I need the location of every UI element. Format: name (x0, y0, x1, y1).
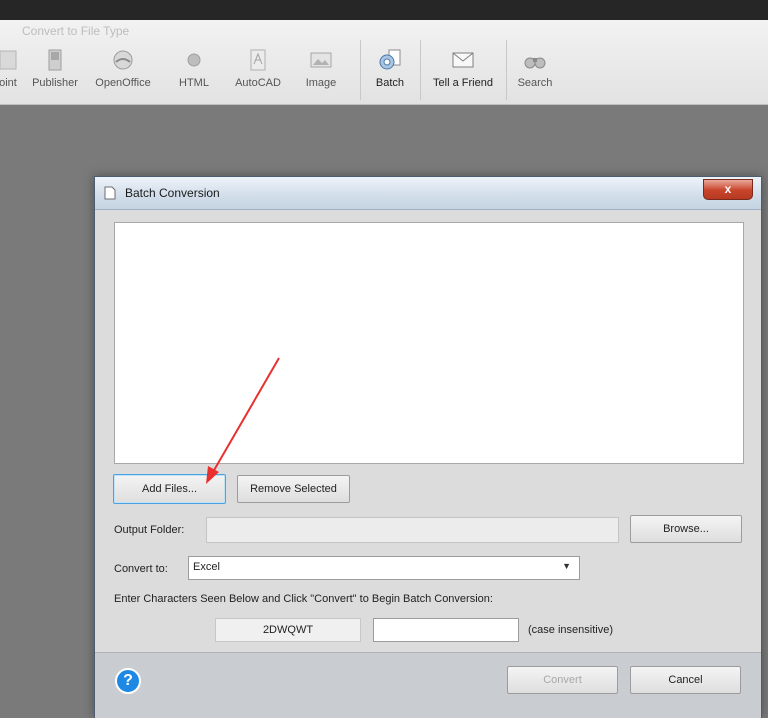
close-icon: x (724, 182, 732, 196)
publisher-icon (48, 49, 62, 71)
convert-button[interactable]: Convert (507, 666, 618, 694)
ribbon-group-label: Convert to File Type (22, 24, 130, 38)
close-button[interactable]: x (703, 179, 753, 200)
ribbon-button-label: Tell a Friend (433, 77, 493, 89)
ribbon-separator (420, 40, 421, 100)
binoculars-icon (524, 57, 546, 69)
captcha-input[interactable] (373, 618, 519, 642)
output-folder-label: Output Folder: (114, 524, 185, 536)
browse-button[interactable]: Browse... (630, 515, 742, 543)
ribbon-button-label: Publisher (32, 77, 78, 89)
ribbon-button-powerpoint[interactable]: oint (0, 44, 22, 100)
ribbon-button-label: HTML (179, 77, 209, 89)
ribbon-button-label: OpenOffice (95, 77, 151, 89)
dialog-title-bar[interactable]: Batch Conversion x (95, 177, 761, 210)
ribbon-button-image[interactable]: Image (298, 44, 344, 100)
cancel-button[interactable]: Cancel (630, 666, 741, 694)
convert-to-value: Excel (193, 561, 220, 573)
help-icon: ? (123, 672, 133, 689)
dropdown-arrow-icon: ▼ (562, 561, 571, 571)
ribbon-button-label: Batch (375, 77, 405, 89)
add-files-button[interactable]: Add Files... (113, 474, 226, 504)
html-icon (187, 53, 201, 67)
app-top-bar (0, 0, 768, 20)
ribbon-button-batch[interactable]: Batch (366, 44, 414, 100)
ribbon-separator (360, 40, 361, 100)
ribbon-button-openoffice[interactable]: OpenOffice (88, 44, 158, 100)
envelope-icon (452, 52, 474, 68)
batch-conversion-dialog: Batch Conversion x Add Files... Remove S… (94, 176, 762, 718)
ribbon-button-autocad[interactable]: AutoCAD (228, 44, 288, 100)
dialog-title: Batch Conversion (125, 186, 220, 200)
convert-to-label: Convert to: (114, 563, 168, 575)
help-button[interactable]: ? (115, 668, 141, 694)
batch-gear-icon (379, 49, 401, 70)
openoffice-icon (113, 50, 133, 70)
ribbon-button-label: AutoCAD (235, 77, 281, 89)
ribbon-button-html[interactable]: HTML (172, 44, 216, 100)
powerpoint-icon (0, 50, 17, 70)
ribbon-button-search[interactable]: Search (512, 44, 558, 100)
captcha-code: 2DWQWT (215, 618, 361, 642)
document-icon (104, 186, 116, 200)
ribbon-button-label: oint (0, 77, 17, 89)
case-insensitive-note: (case insensitive) (528, 624, 613, 636)
remove-selected-button[interactable]: Remove Selected (237, 475, 350, 503)
dialog-footer: ? Convert Cancel (95, 652, 761, 718)
ribbon-button-publisher[interactable]: Publisher (30, 44, 80, 100)
ribbon-toolbar: Convert to File Type oint Publisher Open… (0, 20, 768, 105)
captcha-instructions: Enter Characters Seen Below and Click "C… (114, 593, 493, 605)
ribbon-button-label: Image (305, 77, 337, 89)
image-icon (310, 52, 332, 68)
ribbon-button-label: Search (517, 77, 553, 89)
file-list[interactable] (114, 222, 744, 464)
convert-to-select[interactable]: Excel ▼ (188, 556, 580, 580)
ribbon-button-tell-a-friend[interactable]: Tell a Friend (426, 44, 500, 100)
ribbon-separator (506, 40, 507, 100)
output-folder-field[interactable] (206, 517, 619, 543)
autocad-icon (250, 49, 266, 71)
